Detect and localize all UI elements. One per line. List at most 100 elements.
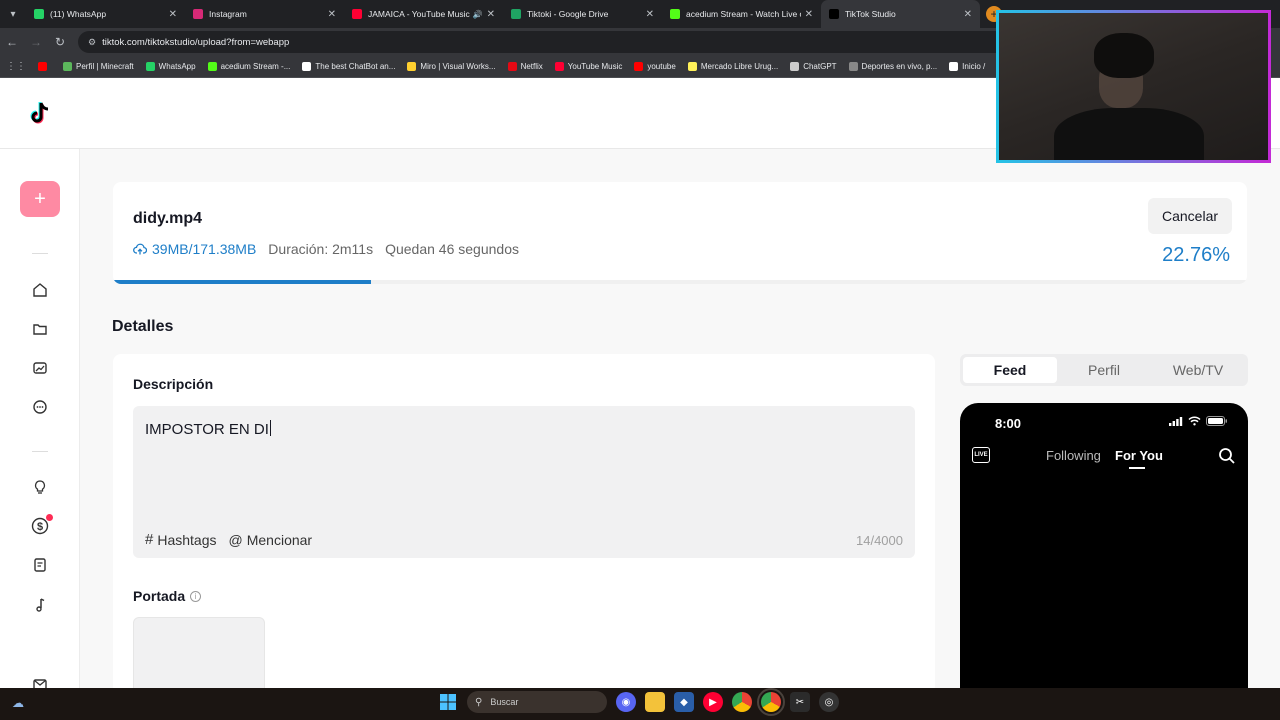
music-note-icon[interactable]: [30, 595, 50, 615]
chrome-active-icon[interactable]: [757, 688, 785, 716]
bookmark-favicon-icon: [634, 62, 644, 71]
svg-text:$: $: [37, 521, 43, 533]
close-tab-icon[interactable]: ✕: [964, 9, 972, 20]
bookmark-item[interactable]: Miro | Visual Works...: [407, 62, 496, 71]
close-tab-icon[interactable]: ✕: [169, 9, 177, 20]
bookmark-label: Miro | Visual Works...: [420, 62, 496, 71]
forward-icon[interactable]: →: [24, 35, 48, 49]
cover-thumbnail[interactable]: [133, 617, 265, 688]
security-shield-icon[interactable]: ◆: [674, 692, 694, 712]
phone-status-icons: [1169, 416, 1228, 426]
description-tools: # Hashtags @ Mencionar: [145, 531, 324, 548]
bookmark-item[interactable]: Inicio /: [949, 62, 985, 71]
phone-time: 8:00: [995, 416, 1022, 431]
bookmark-item[interactable]: Mercado Libre Urug...: [687, 62, 779, 71]
tab-title: JAMAICA - YouTube Music: [368, 9, 470, 19]
close-tab-icon[interactable]: ✕: [328, 9, 336, 20]
browser-tab[interactable]: Tiktoki - Google Drive ✕: [503, 0, 662, 28]
upload-percent: 22.76%: [1162, 244, 1230, 266]
bookmark-item[interactable]: ChatGPT: [790, 62, 837, 71]
bookmark-label: Inicio /: [962, 62, 986, 71]
browser-tab[interactable]: (11) WhatsApp ✕: [26, 0, 185, 28]
tab-favicon-icon: [193, 9, 203, 19]
browser-tab[interactable]: acedium Stream - Watch Live o ✕: [662, 0, 821, 28]
home-icon[interactable]: [30, 280, 50, 300]
tab-favicon-icon: [670, 9, 680, 19]
bookmark-favicon-icon: [63, 62, 72, 71]
bookmark-favicon-icon: [949, 62, 959, 71]
windows-start-icon[interactable]: [438, 692, 458, 712]
sidebar: + $: [0, 149, 80, 688]
speaker-icon[interactable]: 🔊: [473, 10, 483, 19]
hashtags-button[interactable]: # Hashtags: [145, 531, 217, 548]
close-tab-icon[interactable]: ✕: [805, 9, 813, 20]
bookmark-label: youtube: [647, 62, 676, 71]
tiktok-studio-page: + $ didy.mp4 39MB/171.38MB Duración: 2m1…: [0, 78, 1280, 688]
bookmark-item[interactable]: acedium Stream -...: [207, 62, 290, 71]
upload-size-text: 39MB/171.38MB: [152, 241, 257, 257]
preview-tab-webtv[interactable]: Web/TV: [1151, 357, 1245, 383]
discord-icon[interactable]: ◉: [616, 692, 636, 712]
preview-tab-feed[interactable]: Feed: [963, 357, 1057, 383]
bookmark-item[interactable]: The best ChatBot an...: [302, 62, 395, 71]
tab-title: Tiktoki - Google Drive: [527, 9, 609, 19]
obs-icon[interactable]: ◎: [819, 692, 839, 712]
apps-grid-icon[interactable]: ⋮⋮: [6, 61, 26, 72]
close-tab-icon[interactable]: ✕: [646, 9, 654, 20]
address-bar[interactable]: ⚙ tiktok.com/tiktokstudio/upload?from=we…: [78, 31, 1078, 53]
bookmark-item[interactable]: WhatsApp: [145, 62, 196, 71]
description-input[interactable]: IMPOSTOR EN DI # Hashtags @ Mencionar 14/4…: [133, 406, 915, 558]
file-explorer-icon[interactable]: [645, 692, 665, 712]
bookmark-item[interactable]: [38, 62, 51, 71]
comments-icon[interactable]: [30, 397, 50, 417]
webcam-overlay: [996, 10, 1271, 163]
cancel-upload-button[interactable]: Cancelar: [1148, 198, 1232, 234]
bookmark-item[interactable]: Deportes en vivo, p...: [848, 62, 937, 71]
bookmark-favicon-icon: [38, 62, 47, 71]
bookmark-label: ChatGPT: [803, 62, 837, 71]
bookmark-item[interactable]: YouTube Music: [554, 62, 622, 71]
site-info-icon[interactable]: ⚙: [88, 37, 96, 48]
description-text[interactable]: IMPOSTOR EN DI: [145, 420, 271, 438]
chrome-icon[interactable]: [732, 692, 752, 712]
preview-tab-perfil[interactable]: Perfil: [1057, 357, 1151, 383]
text-caret: [269, 420, 271, 436]
content-folder-icon[interactable]: [30, 319, 50, 339]
bookmark-favicon-icon: [302, 62, 312, 71]
youtube-music-icon[interactable]: ▶: [703, 692, 723, 712]
bookmark-item[interactable]: Perfil | Minecraft: [63, 62, 134, 71]
analytics-icon[interactable]: [30, 358, 50, 378]
mention-button[interactable]: @ Mencionar: [229, 532, 313, 548]
feedback-mail-icon[interactable]: [30, 674, 50, 688]
info-icon[interactable]: i: [190, 590, 202, 602]
video-duration: Duración: 2m11s: [268, 241, 374, 257]
windows-taskbar: ☁ ⚲ Buscar ◉ ◆ ▶ ✂ ◎: [0, 688, 1280, 720]
wifi-icon: [1188, 416, 1201, 426]
browser-tab[interactable]: JAMAICA - YouTube Music 🔊 ✕: [344, 0, 503, 28]
bookmark-label: Netflix: [520, 62, 543, 71]
character-counter: 14/4000: [856, 533, 903, 548]
bookmark-item[interactable]: Netflix: [507, 62, 543, 71]
widgets-icon[interactable]: ☁: [12, 696, 24, 710]
bookmark-favicon-icon: [554, 62, 564, 71]
capcut-icon[interactable]: ✂: [790, 692, 810, 712]
details-card: Descripción IMPOSTOR EN DI # Hashtags @ Me…: [113, 354, 935, 688]
taskbar-search-placeholder: Buscar: [490, 697, 519, 707]
close-tab-icon[interactable]: ✕: [487, 9, 495, 20]
reload-icon[interactable]: ↻: [48, 35, 72, 49]
upload-meta: 39MB/171.38MB Duración: 2m11s Quedan 46 …: [133, 241, 519, 257]
academy-book-icon[interactable]: [30, 555, 50, 575]
tab-title: TikTok Studio: [845, 9, 896, 19]
tiktok-logo-icon[interactable]: [28, 101, 52, 127]
bookmark-item[interactable]: youtube: [634, 62, 676, 71]
file-name: didy.mp4: [133, 210, 203, 227]
webcam-person-hair: [1094, 33, 1154, 78]
tab-search-icon[interactable]: ▾: [0, 0, 26, 28]
back-icon[interactable]: ←: [0, 35, 24, 49]
browser-tab[interactable]: TikTok Studio ✕: [821, 0, 980, 28]
inspiration-bulb-icon[interactable]: [30, 477, 50, 497]
browser-tab[interactable]: Instagram ✕: [185, 0, 344, 28]
upload-plus-button[interactable]: +: [20, 181, 60, 217]
bookmark-label: Mercado Libre Urug...: [700, 62, 779, 71]
taskbar-search[interactable]: ⚲ Buscar: [467, 691, 607, 713]
